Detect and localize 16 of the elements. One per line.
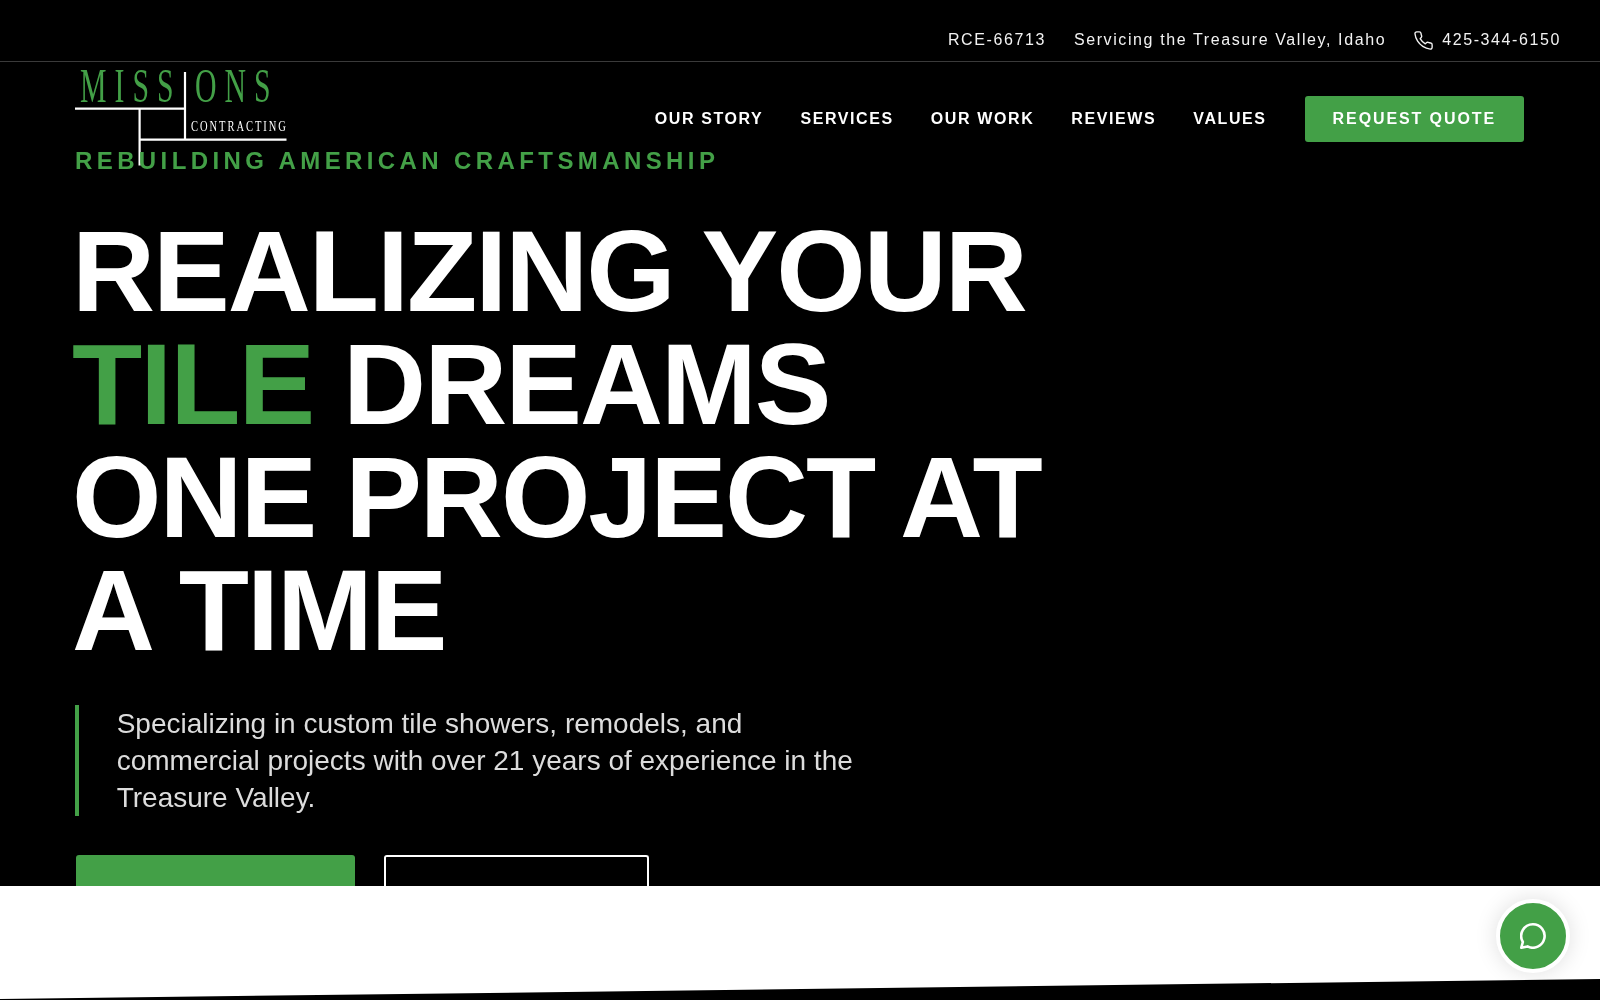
nav-link[interactable]: OUR STORY <box>654 109 764 129</box>
outline-button[interactable] <box>383 855 649 886</box>
nav-link[interactable]: OUR WORK <box>930 109 1035 129</box>
logo-wordmark: ONS <box>195 62 279 110</box>
nav-link[interactable]: SERVICES <box>800 109 894 129</box>
phone-icon <box>1414 30 1434 50</box>
nav-link[interactable]: REVIEWS <box>1071 109 1157 129</box>
hero-headline: REALIZING YOUR TILE DREAMS ONE PROJECT AT A TIME <box>72 214 1041 667</box>
logo-subtitle: CONTRACTING <box>191 119 288 134</box>
nav-link[interactable]: VALUES <box>1193 109 1267 129</box>
hero-description: Specializing in custom tile showers, remodels, and commercial projects with over 21 years of experience in the Treasure Valley. <box>75 705 877 816</box>
logo-wordmark: MISS <box>80 62 182 110</box>
chat-icon <box>1520 923 1546 949</box>
service-area: Servicing the Treasure Valley, Idaho <box>1073 30 1387 50</box>
phone-link[interactable]: 425-344-6150 <box>1414 30 1561 50</box>
license-number: RCE-66713 <box>947 30 1046 50</box>
